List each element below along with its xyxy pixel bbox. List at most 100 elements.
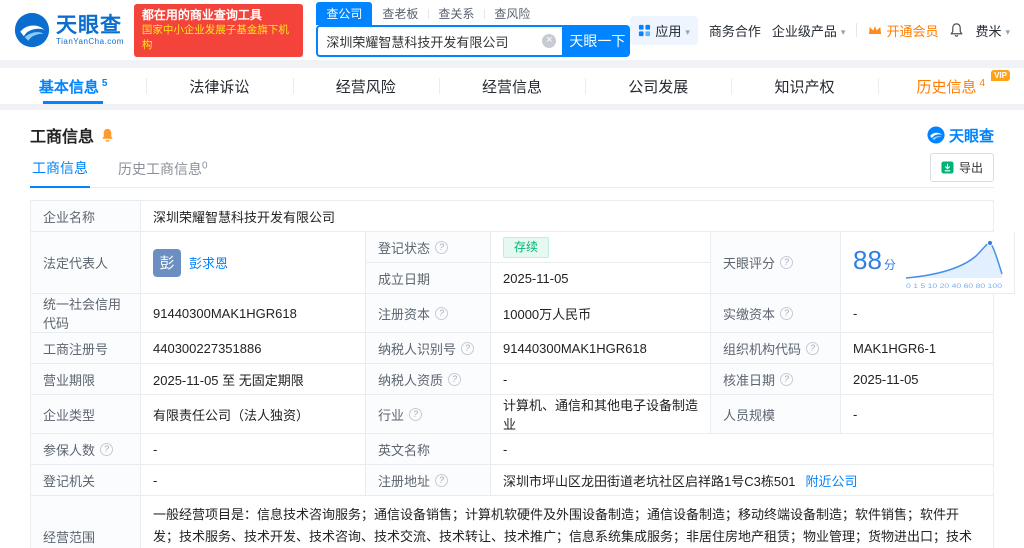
menu-divider bbox=[856, 23, 857, 37]
value-text: 2025-11-05 bbox=[853, 372, 919, 387]
field-label-company-name: 企业名称 bbox=[31, 201, 141, 232]
score-number: 88 bbox=[853, 245, 882, 275]
logo-title: 天眼查 bbox=[56, 15, 124, 37]
search-tab-boss[interactable]: 查老板 bbox=[372, 2, 428, 25]
field-label-business-term: 营业期限 bbox=[31, 364, 141, 395]
export-icon bbox=[941, 161, 954, 174]
info-icon[interactable] bbox=[780, 307, 793, 320]
search-input[interactable] bbox=[326, 34, 542, 49]
user-menu[interactable]: 费米 bbox=[975, 21, 1010, 40]
subtab-history-business-info[interactable]: 历史工商信息0 bbox=[116, 152, 210, 187]
field-value-score[interactable]: 88分 0 1 5 10 20 40 60 80 100 bbox=[841, 232, 1015, 294]
table-row: 经营范围 一般经营项目是：信息技术咨询服务；通信设备销售；计算机软硬件及外围设备… bbox=[31, 496, 994, 548]
open-vip-button[interactable]: 开通会员 bbox=[868, 21, 938, 40]
legal-rep-link[interactable]: 彭求恩 bbox=[189, 253, 228, 272]
value-text: - bbox=[503, 442, 507, 457]
company-info-table: 企业名称 深圳荣耀智慧科技开发有限公司 法定代表人 彭 彭求恩 登记状态 存续 … bbox=[30, 200, 994, 548]
field-value-credit-code: 91440300MAK1HGR618 bbox=[141, 294, 366, 333]
info-icon[interactable] bbox=[435, 474, 448, 487]
field-label-credit-code: 统一社会信用代码 bbox=[31, 294, 141, 333]
value-text: 计算机、通信和其他电子设备制造业 bbox=[503, 395, 698, 433]
field-label-company-type: 企业类型 bbox=[31, 395, 141, 434]
table-row: 工商注册号 440300227351886 纳税人识别号 91440300MAK… bbox=[31, 333, 994, 364]
apps-grid-icon bbox=[638, 24, 651, 37]
table-row: 企业类型 有限责任公司（法人独资） 行业 计算机、通信和其他电子设备制造业 人员… bbox=[31, 395, 994, 434]
value-text: - bbox=[153, 442, 157, 457]
score-distribution-chart: 0 1 5 10 20 40 60 80 100 bbox=[904, 236, 1008, 290]
field-value-legal-rep: 彭 彭求恩 bbox=[141, 232, 366, 294]
field-value-english-name: - bbox=[491, 434, 994, 465]
table-row: 企业名称 深圳荣耀智慧科技开发有限公司 bbox=[31, 201, 994, 232]
field-label-taxpayer-quality: 纳税人资质 bbox=[366, 364, 491, 395]
tab-history-info[interactable]: 历史信息4 VIP bbox=[878, 68, 1024, 104]
label-text: 实缴资本 bbox=[723, 304, 775, 323]
apps-menu[interactable]: 应用 bbox=[630, 16, 698, 45]
legal-rep-avatar[interactable]: 彭 bbox=[153, 249, 181, 277]
tab-legal-litigation[interactable]: 法律诉讼 bbox=[146, 68, 292, 104]
section-title: 工商信息 bbox=[30, 123, 94, 147]
search-tab-relation[interactable]: 查关系 bbox=[428, 2, 484, 25]
field-value-reg-authority: - bbox=[141, 465, 366, 496]
subtab-label: 历史工商信息 bbox=[118, 161, 202, 177]
info-icon[interactable] bbox=[780, 373, 793, 386]
label-text: 注册地址 bbox=[378, 471, 430, 490]
top-header: 天眼查 TianYanCha.com 都在用的商业查询工具 国家中小企业发展子基… bbox=[0, 0, 1024, 60]
tab-label: 历史信息 bbox=[917, 76, 977, 97]
status-badge: 存续 bbox=[503, 237, 549, 258]
label-text: 核准日期 bbox=[723, 370, 775, 389]
tab-label: 法律诉讼 bbox=[189, 76, 249, 97]
info-icon[interactable] bbox=[461, 342, 474, 355]
notifications-button[interactable] bbox=[949, 22, 964, 38]
field-value-org-code: MAK1HGR6-1 bbox=[841, 333, 994, 364]
promo-badge: 都在用的商业查询工具 国家中小企业发展子基金旗下机构 bbox=[134, 4, 303, 57]
search-tabs: 查公司 查老板 查关系 查风险 bbox=[316, 3, 630, 25]
field-value-company-type: 有限责任公司（法人独资） bbox=[141, 395, 366, 434]
info-icon[interactable] bbox=[448, 373, 461, 386]
field-label-insured-count: 参保人数 bbox=[31, 434, 141, 465]
value-text: 一般经营项目是：信息技术咨询服务；通信设备销售；计算机软硬件及外围设备制造；通信… bbox=[153, 507, 972, 548]
tab-company-development[interactable]: 公司发展 bbox=[585, 68, 731, 104]
info-icon[interactable] bbox=[409, 408, 422, 421]
value-text: 10000万人民币 bbox=[503, 304, 591, 323]
info-icon[interactable] bbox=[100, 443, 113, 456]
nearby-companies-link[interactable]: 附近公司 bbox=[806, 471, 858, 490]
subscribe-bell-icon[interactable] bbox=[100, 127, 115, 143]
chevron-down-icon bbox=[841, 23, 846, 38]
value-text: 2025-11-05 bbox=[503, 271, 569, 286]
label-text: 经营范围 bbox=[43, 527, 95, 546]
table-row: 登记机关 - 注册地址 深圳市坪山区龙田街道老坑社区启祥路1号C3栋501 附近… bbox=[31, 465, 994, 496]
export-button[interactable]: 导出 bbox=[930, 153, 994, 182]
subtab-business-info[interactable]: 工商信息 bbox=[30, 151, 90, 188]
company-nav-tabs: 基本信息5 法律诉讼 经营风险 经营信息 公司发展 知识产权 历史信息4 VIP bbox=[0, 68, 1024, 104]
business-cooperation-link[interactable]: 商务合作 bbox=[709, 21, 761, 40]
tab-intellectual-property[interactable]: 知识产权 bbox=[731, 68, 877, 104]
score-axis-ticks: 0 1 5 10 20 40 60 80 100 bbox=[906, 284, 1003, 290]
info-icon[interactable] bbox=[780, 256, 793, 269]
label-text: 人员规模 bbox=[723, 405, 775, 424]
info-icon[interactable] bbox=[435, 241, 448, 254]
enterprise-products-menu[interactable]: 企业级产品 bbox=[772, 21, 846, 40]
field-label-reg-status: 登记状态 bbox=[366, 232, 491, 263]
field-label-taxpayer-id: 纳税人识别号 bbox=[366, 333, 491, 364]
logo-domain: TianYanCha.com bbox=[56, 37, 124, 46]
info-icon[interactable] bbox=[435, 307, 448, 320]
promo-line-2: 国家中小企业发展子基金旗下机构 bbox=[142, 23, 295, 53]
value-text: - bbox=[853, 407, 857, 422]
field-label-english-name: 英文名称 bbox=[366, 434, 491, 465]
search-button[interactable]: 天眼一下 bbox=[564, 25, 630, 57]
field-value-business-scope: 一般经营项目是：信息技术咨询服务；通信设备销售；计算机软硬件及外围设备制造；通信… bbox=[141, 496, 994, 548]
label-text: 参保人数 bbox=[43, 440, 95, 459]
search-tab-company[interactable]: 查公司 bbox=[316, 2, 372, 25]
tianyancha-logo[interactable]: 天眼查 TianYanCha.com bbox=[14, 12, 124, 48]
field-label-business-scope: 经营范围 bbox=[31, 496, 141, 548]
tianyancha-logo-icon bbox=[927, 126, 945, 144]
tab-business-info[interactable]: 经营信息 bbox=[439, 68, 585, 104]
search-tab-risk[interactable]: 查风险 bbox=[484, 2, 540, 25]
tab-label: 基本信息 bbox=[39, 76, 99, 97]
info-icon[interactable] bbox=[806, 342, 819, 355]
tab-basic-info[interactable]: 基本信息5 bbox=[0, 68, 146, 104]
tab-operating-risk[interactable]: 经营风险 bbox=[293, 68, 439, 104]
field-label-industry: 行业 bbox=[366, 395, 491, 434]
tab-count: 5 bbox=[102, 78, 108, 89]
clear-search-icon[interactable] bbox=[542, 34, 556, 48]
